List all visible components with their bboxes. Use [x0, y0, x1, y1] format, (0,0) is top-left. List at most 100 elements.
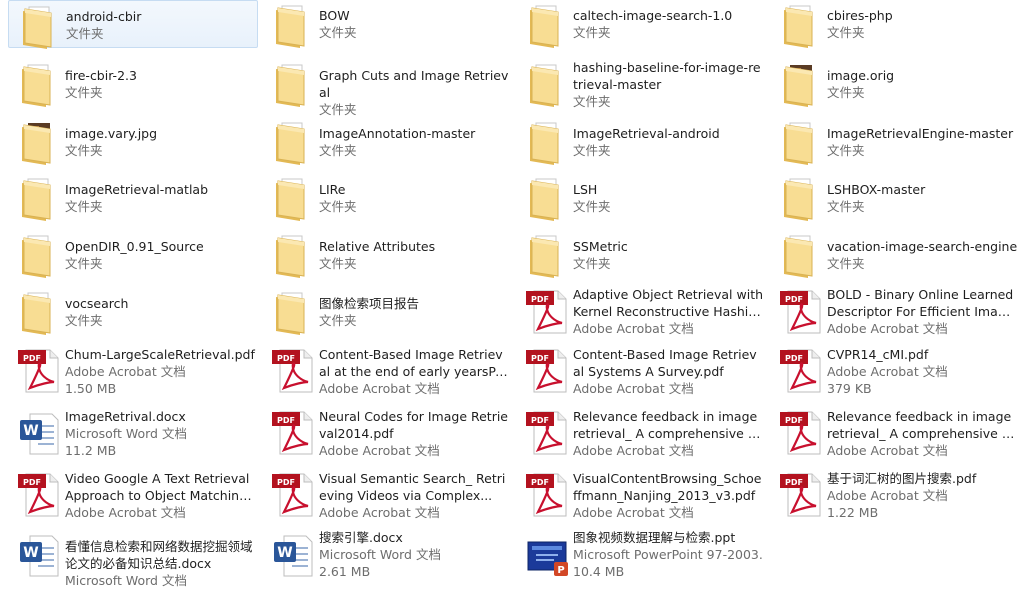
item-name: ImageRetrieval-android [573, 126, 720, 141]
file-item[interactable]: W 搜索引擎.docx Microsoft Word 文档 2.61 MB [262, 526, 512, 583]
file-item[interactable]: PDF Adaptive Object Retrieval with Kernel… [516, 283, 766, 340]
file-item[interactable]: PDF VisualContentBrowsing_Schoeffmann_Nan… [516, 464, 766, 526]
item-name: Content-Based Image Retrieval at the end… [319, 347, 504, 379]
item-type: 文件夹 [319, 25, 357, 40]
item-name: Neural Codes for Image Retrieval2014.pdf [319, 409, 508, 441]
item-name: vocsearch [65, 296, 129, 311]
folder-icon [270, 230, 318, 280]
folder-item[interactable]: fire-cbir-2.3 文件夹 [8, 55, 258, 113]
file-item[interactable]: PDF Relevance feedback in image retrieval… [516, 402, 766, 464]
item-type: Adobe Acrobat 文档 [319, 443, 440, 458]
folder-item[interactable]: ImageRetrieval-matlab 文件夹 [8, 170, 258, 226]
folder-item[interactable]: LSH 文件夹 [516, 170, 766, 226]
svg-text:P: P [557, 565, 564, 576]
file-item[interactable]: PDF CVPR14_cMI.pdf Adobe Acrobat 文档 379 KB [770, 340, 1019, 402]
folder-image-icon [778, 59, 826, 109]
folder-icon [16, 287, 64, 337]
folder-item[interactable]: vacation-image-search-engine 文件夹 [770, 226, 1019, 283]
folder-item[interactable]: OpenDIR_0.91_Source 文件夹 [8, 226, 258, 283]
item-type: 文件夹 [827, 143, 865, 158]
item-type: 文件夹 [573, 199, 611, 214]
item-type: 文件夹 [573, 256, 611, 271]
folder-icon [778, 230, 826, 280]
file-item[interactable]: PDF Content-Based Image Retrieval Systems… [516, 340, 766, 402]
item-type: Adobe Acrobat 文档 [573, 505, 694, 520]
folder-icon [524, 230, 572, 280]
ppt-icon: P [524, 530, 572, 580]
item-type: Adobe Acrobat 文档 [573, 321, 694, 336]
file-item[interactable]: W 看懂信息检索和网络数据挖掘领域论文的必备知识总结.docx Microsoft … [8, 526, 258, 588]
item-type: Adobe Acrobat 文档 [827, 364, 948, 379]
folder-icon [524, 0, 572, 50]
folder-icon [16, 59, 64, 109]
file-item[interactable]: PDF Chum-LargeScaleRetrieval.pdf Adobe Acr… [8, 340, 258, 402]
file-item[interactable]: PDF Relevance feedback in image retrieval… [770, 402, 1019, 464]
file-item[interactable]: PDF 基于词汇树的图片搜索.pdf Adobe Acrobat 文档 1.22 MB [770, 464, 1019, 526]
item-type: Microsoft Word 文档 [65, 426, 187, 441]
folder-item[interactable]: LSHBOX-master 文件夹 [770, 170, 1019, 226]
item-type: 文件夹 [65, 256, 103, 271]
folder-icon [16, 230, 64, 280]
file-grid: android-cbir 文件夹 BOW 文件夹 caltech-image-searc… [0, 0, 1019, 588]
pdf-icon: PDF [16, 470, 64, 520]
file-item[interactable]: W ImageRetrival.docx Microsoft Word 文档 11.2… [8, 402, 258, 464]
word-icon: W [16, 530, 64, 580]
item-type: Adobe Acrobat 文档 [319, 381, 440, 396]
item-name: ImageAnnotation-master [319, 126, 476, 141]
item-name: 看懂信息检索和网络数据挖掘领域论文的必备知识总结.docx [65, 539, 253, 571]
folder-item[interactable]: caltech-image-search-1.0 文件夹 [516, 0, 766, 48]
svg-text:PDF: PDF [785, 295, 803, 304]
folder-icon [524, 59, 572, 109]
svg-text:PDF: PDF [277, 478, 295, 487]
folder-item[interactable]: ImageRetrievalEngine-master 文件夹 [770, 113, 1019, 170]
item-type: Microsoft Word 文档 [319, 547, 441, 562]
item-type: Adobe Acrobat 文档 [573, 443, 694, 458]
folder-item[interactable]: SSMetric 文件夹 [516, 226, 766, 283]
folder-icon [778, 173, 826, 223]
folder-item[interactable]: cbires-php 文件夹 [770, 0, 1019, 48]
item-type: 文件夹 [827, 256, 865, 271]
item-name: cbires-php [827, 8, 893, 23]
svg-text:PDF: PDF [531, 354, 549, 363]
pdf-icon: PDF [524, 346, 572, 396]
folder-item[interactable]: android-cbir 文件夹 [8, 0, 258, 51]
file-item[interactable]: PDF Video Google A Text Retrieval Approac… [8, 464, 258, 526]
folder-icon [16, 173, 64, 223]
item-size: 2.61 MB [319, 564, 371, 579]
item-type: 文件夹 [65, 85, 103, 100]
item-name: BOW [319, 8, 350, 23]
folder-item[interactable]: ImageAnnotation-master 文件夹 [262, 113, 512, 170]
file-item[interactable]: PDF BOLD - Binary Online Learned Descript… [770, 283, 1019, 340]
folder-item[interactable]: hashing-baseline-for-image-retrieval-mas… [516, 55, 766, 113]
folder-item[interactable]: image.vary.jpg 文件夹 [8, 113, 258, 170]
item-name: Content-Based Image Retrieval Systems A … [573, 347, 757, 379]
folder-icon [270, 173, 318, 223]
item-name: LIRe [319, 182, 346, 197]
item-name: fire-cbir-2.3 [65, 68, 137, 83]
folder-item[interactable]: vocsearch 文件夹 [8, 283, 258, 340]
file-item[interactable]: PDF Neural Codes for Image Retrieval2014.… [262, 402, 512, 464]
folder-item[interactable]: Graph Cuts and Image Retrieval 文件夹 [262, 55, 512, 117]
file-item[interactable]: P 图象视频数据理解与检索.ppt Microsoft PowerPoint 97-… [516, 526, 766, 583]
svg-text:PDF: PDF [277, 416, 295, 425]
item-name: Adaptive Object Retrieval with Kernel Re… [573, 287, 764, 319]
item-type: Adobe Acrobat 文档 [65, 364, 186, 379]
folder-item[interactable]: 图像检索项目报告 文件夹 [262, 283, 512, 340]
folder-icon [778, 0, 826, 50]
folder-item[interactable]: BOW 文件夹 [262, 0, 512, 48]
file-item[interactable]: PDF Content-Based Image Retrieval at the … [262, 340, 512, 402]
folder-item[interactable]: ImageRetrieval-android 文件夹 [516, 113, 766, 170]
pdf-icon: PDF [778, 470, 826, 520]
folder-image-icon [16, 117, 64, 167]
svg-text:PDF: PDF [785, 478, 803, 487]
folder-item[interactable]: image.orig 文件夹 [770, 55, 1019, 113]
folder-icon [270, 117, 318, 167]
item-size: 1.50 MB [65, 381, 117, 396]
folder-item[interactable]: LIRe 文件夹 [262, 170, 512, 226]
folder-icon [17, 1, 65, 51]
item-size: 379 KB [827, 381, 872, 396]
file-item[interactable]: PDF Visual Semantic Search_ Retrieving Vi… [262, 464, 512, 526]
folder-item[interactable]: Relative Attributes 文件夹 [262, 226, 512, 283]
svg-text:PDF: PDF [785, 354, 803, 363]
item-name: image.orig [827, 68, 895, 83]
